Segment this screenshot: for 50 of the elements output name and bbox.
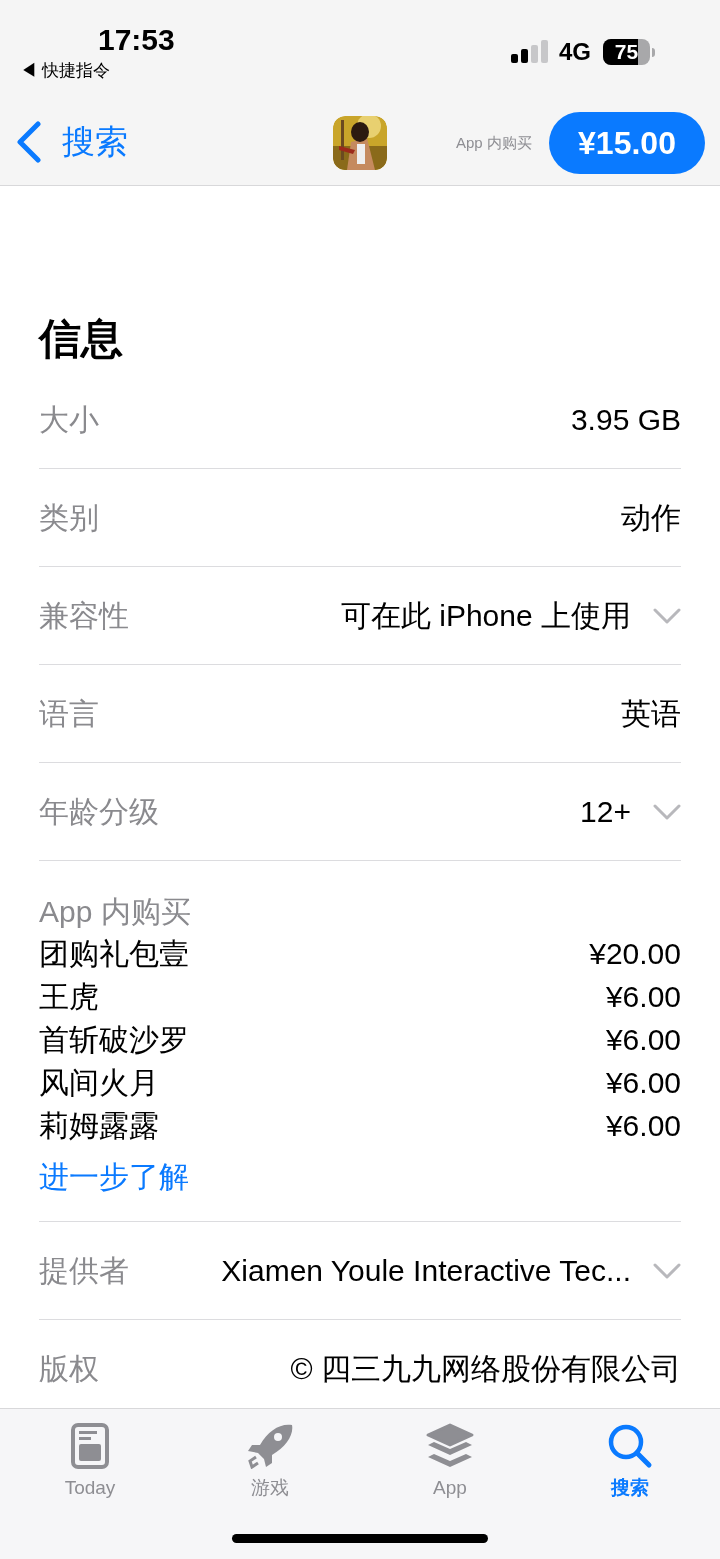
back-to-app-link[interactable]: ◀ 快捷指令 [20,60,110,82]
price-button[interactable]: ¥15.00 [549,112,705,175]
purchase-name: 首斩破沙罗 [39,1021,189,1058]
info-value: Xiamen Youle Interactive Tec... [221,1252,631,1289]
info-value: 可在此 iPhone 上使用 [340,597,631,634]
purchase-name: 团购礼包壹 [39,935,189,972]
in-app-purchases-label: App 内购买 [39,894,191,930]
info-label: 兼容性 [39,597,129,634]
info-row[interactable]: 年龄分级 12+ [39,763,681,861]
learn-more-link[interactable]: 进一步了解 [39,1159,189,1195]
purchase-price: ¥6.00 [605,1064,681,1101]
info-value: 3.95 GB [570,401,681,438]
info-label: 年龄分级 [39,793,159,830]
status-time: 17:53 [98,22,175,58]
info-value: 12+ [580,793,631,830]
purchase-price: ¥20.00 [589,935,681,972]
info-label: 类别 [39,499,99,536]
info-value: 英语 [621,695,681,732]
tab-bar-item[interactable]: 游戏 [180,1409,360,1519]
purchase-name: 王虎 [39,978,99,1015]
info-value: 动作 [621,499,681,536]
battery-indicator: 75 [603,39,655,65]
tab-bar-item[interactable]: 搜索 [540,1409,720,1519]
tab-bar-item[interactable]: Today [0,1409,180,1519]
purchase-price: ¥6.00 [605,978,681,1015]
section-title: 信息 [39,314,124,364]
layers-icon [426,1423,474,1469]
today-icon [71,1423,109,1469]
search-icon [607,1423,653,1469]
network-label: 4G [559,38,591,66]
chevron-down-icon [653,1262,681,1279]
signal-icon [511,40,548,63]
info-label: 大小 [39,401,99,438]
in-app-purchase-note: App 内购买 [456,133,532,154]
info-row[interactable]: 提供者 Xiamen Youle Interactive Tec... [39,1222,681,1320]
info-label: 语言 [39,695,99,732]
back-chevron-icon [16,121,42,164]
chevron-down-icon [653,803,681,820]
info-row[interactable]: 兼容性 可在此 iPhone 上使用 [39,567,681,665]
purchase-price: ¥6.00 [605,1107,681,1144]
chevron-down-icon [653,607,681,624]
tab-bar-item[interactable]: App [360,1409,540,1519]
back-button[interactable]: 搜索 [16,121,128,164]
info-label: 版权 [39,1350,99,1387]
info-label: 提供者 [39,1252,129,1289]
info-value: © 四三九九网络股份有限公司 [290,1350,681,1387]
purchase-price: ¥6.00 [605,1021,681,1058]
rocket-icon [246,1423,294,1469]
purchase-name: 风间火月 [39,1064,159,1101]
purchase-name: 莉姆露露 [39,1107,159,1144]
